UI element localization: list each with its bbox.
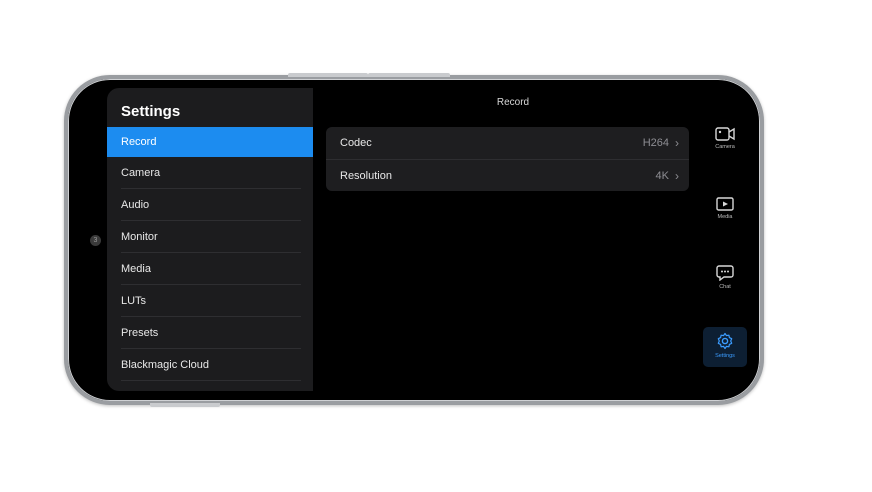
- codec-value-group: H264 ›: [643, 136, 679, 150]
- menu-item-blackmagic-cloud[interactable]: Blackmagic Cloud: [107, 349, 313, 381]
- chevron-right-icon: ›: [675, 136, 679, 150]
- nav-chat-label: Chat: [719, 284, 731, 290]
- codec-row[interactable]: Codec H264 ›: [326, 127, 689, 159]
- menu-item-media[interactable]: Media: [107, 253, 313, 285]
- nav-camera-label: Camera: [715, 144, 735, 150]
- resolution-label: Resolution: [340, 169, 392, 182]
- front-camera-icon: 3: [90, 235, 101, 246]
- resolution-value: 4K: [655, 169, 669, 182]
- camera-icon: [715, 127, 735, 141]
- codec-value: H264: [642, 137, 669, 149]
- sidebar-title: Settings: [121, 103, 181, 120]
- phone-frame: 3 Settings Record Camera Audio Monitor M…: [64, 73, 764, 407]
- nav-settings[interactable]: Settings: [703, 327, 747, 367]
- resolution-row[interactable]: Resolution 4K ›: [326, 159, 689, 191]
- page-title: Record: [496, 97, 530, 108]
- record-settings-card: Codec H264 › Resolution 4K ›: [326, 127, 689, 191]
- side-button: [150, 403, 220, 407]
- gear-icon: [717, 332, 733, 350]
- volume-button: [368, 73, 450, 77]
- nav-camera[interactable]: Camera: [703, 127, 747, 167]
- menu-item-monitor[interactable]: Monitor: [107, 221, 313, 253]
- volume-button: [288, 73, 368, 77]
- menu-item-camera[interactable]: Camera: [107, 157, 313, 189]
- nav-settings-label: Settings: [715, 353, 735, 359]
- chevron-right-icon: ›: [675, 168, 679, 183]
- media-icon: [716, 197, 734, 211]
- menu-item-record[interactable]: Record: [107, 127, 313, 157]
- codec-label: Codec: [340, 137, 372, 149]
- settings-sidebar: Settings Record Camera Audio Monitor Med…: [107, 88, 313, 391]
- nav-media[interactable]: Media: [703, 197, 747, 237]
- nav-media-label: Media: [717, 214, 733, 220]
- chat-icon: [716, 265, 734, 281]
- menu-item-audio[interactable]: Audio: [107, 189, 313, 221]
- menu-item-luts[interactable]: LUTs: [107, 285, 313, 317]
- settings-menu: Record Camera Audio Monitor Media LUTs P…: [107, 127, 313, 381]
- menu-item-presets[interactable]: Presets: [107, 317, 313, 349]
- resolution-value-group: 4K ›: [656, 169, 679, 183]
- nav-chat[interactable]: Chat: [703, 265, 747, 305]
